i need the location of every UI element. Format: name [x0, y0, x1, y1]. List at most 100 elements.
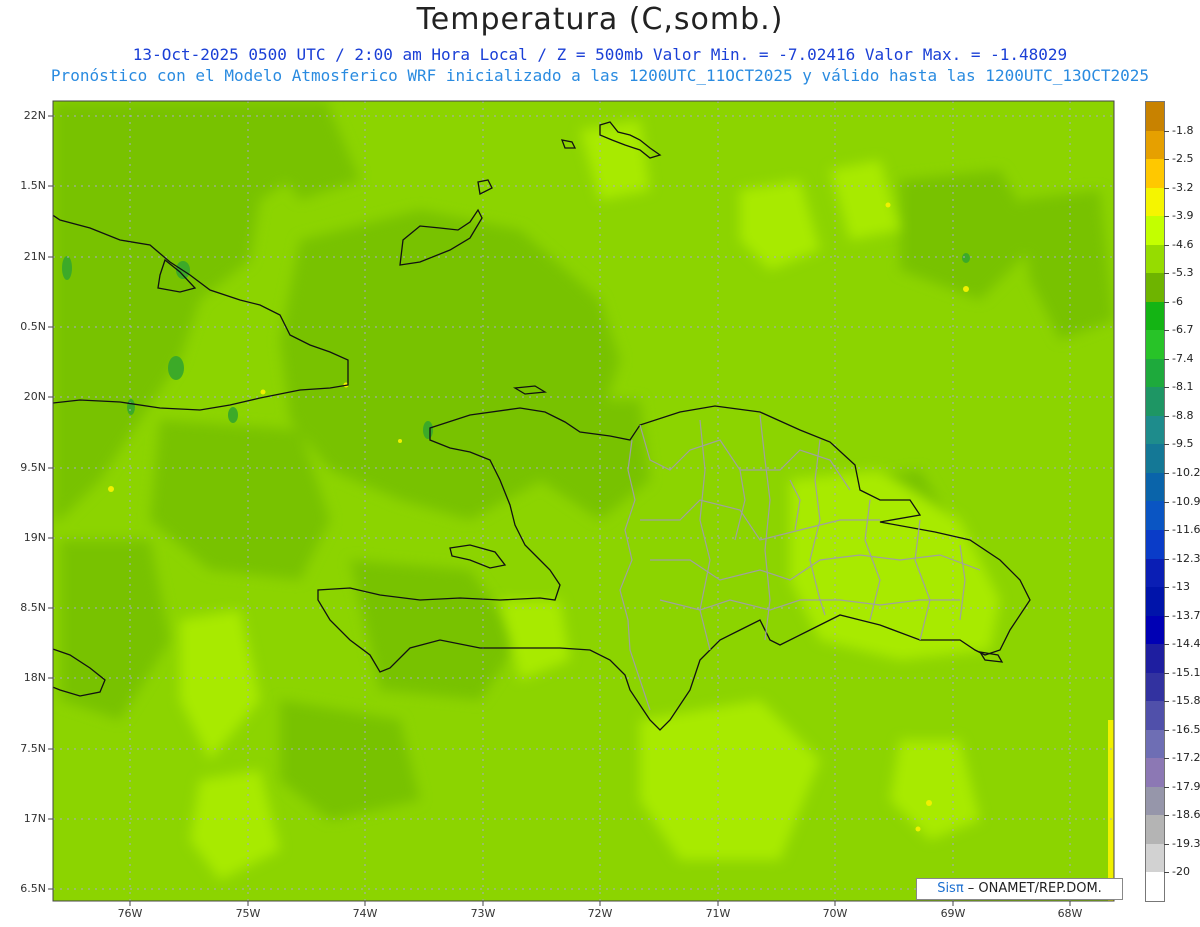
colorbar-label: -9.5: [1172, 437, 1194, 451]
lon-label: 70W: [822, 907, 848, 920]
colorbar: [1145, 101, 1165, 902]
colorbar-cell: [1146, 872, 1164, 901]
colorbar-cell: [1146, 387, 1164, 416]
credit-org: – ONAMET/REP.DOM.: [963, 881, 1102, 896]
colorbar-label: -19.3: [1172, 836, 1200, 850]
colorbar-label: -3.2: [1172, 180, 1194, 194]
colorbar-cell: [1146, 330, 1164, 359]
colorbar-tick: [1164, 587, 1169, 589]
colorbar-label: -11.6: [1172, 523, 1200, 537]
colorbar-tick: [1164, 244, 1169, 246]
colorbar-cell: [1146, 187, 1164, 217]
colorbar-cell: [1146, 301, 1164, 331]
lat-label: 7.5N: [20, 742, 46, 755]
colorbar-label: -5.3: [1172, 266, 1194, 280]
colorbar-cell: [1146, 815, 1164, 844]
colorbar-tick: [1164, 815, 1169, 817]
colorbar-label: -15.8: [1172, 694, 1200, 708]
lon-label: 72W: [587, 907, 613, 920]
lon-label: 73W: [470, 907, 496, 920]
east-edge-warm-strip: [1108, 720, 1114, 901]
colorbar-tick: [1164, 472, 1169, 474]
colorbar-cell: [1146, 558, 1164, 588]
colorbar-cell: [1146, 273, 1164, 302]
colorbar-tick: [1164, 273, 1169, 275]
colorbar-label: -6: [1172, 294, 1183, 308]
lon-label: 71W: [705, 907, 731, 920]
colorbar-cell: [1146, 102, 1164, 131]
lon-label: 75W: [235, 907, 261, 920]
colorbar-tick: [1164, 672, 1169, 674]
colorbar-label: -16.5: [1172, 722, 1200, 736]
lat-label: 22N: [23, 109, 46, 122]
colorbar-label: -14.4: [1172, 637, 1200, 651]
colorbar-cell: [1146, 130, 1164, 160]
colorbar-cell: [1146, 358, 1164, 388]
colorbar-tick: [1164, 786, 1169, 788]
colorbar-tick: [1164, 130, 1169, 132]
lat-label: 6.5N: [20, 882, 46, 895]
colorbar-tick: [1164, 729, 1169, 731]
colorbar-cell: [1146, 587, 1164, 616]
lat-label: 8.5N: [20, 601, 46, 614]
colorbar-tick: [1164, 444, 1169, 446]
colorbar-tick: [1164, 558, 1169, 560]
lat-label: 21N: [23, 250, 46, 263]
colorbar-label: -10.2: [1172, 465, 1200, 479]
lat-label: 20N: [23, 390, 46, 403]
colorbar-cell: [1146, 672, 1164, 702]
colorbar-label: -13: [1172, 580, 1190, 594]
colorbar-tick: [1164, 387, 1169, 389]
colorbar-tick: [1164, 758, 1169, 760]
colorbar-tick: [1164, 187, 1169, 189]
lat-label: 1.5N: [20, 179, 46, 192]
colorbar-cell: [1146, 615, 1164, 645]
colorbar-tick: [1164, 615, 1169, 617]
colorbar-cell: [1146, 415, 1164, 445]
colorbar-tick: [1164, 843, 1169, 845]
colorbar-cell: [1146, 729, 1164, 759]
lat-label: 19N: [23, 531, 46, 544]
colorbar-label: -12.3: [1172, 551, 1200, 565]
colorbar-label: -13.7: [1172, 608, 1200, 622]
lon-label: 76W: [117, 907, 143, 920]
colorbar-cell: [1146, 843, 1164, 873]
lon-label: 69W: [940, 907, 966, 920]
temperature-map: [48, 100, 1115, 906]
colorbar-tick: [1164, 701, 1169, 703]
colorbar-cell: [1146, 159, 1164, 188]
colorbar-tick: [1164, 644, 1169, 646]
colorbar-cell: [1146, 501, 1164, 530]
colorbar-cell: [1146, 529, 1164, 559]
colorbar-cell: [1146, 216, 1164, 245]
colorbar-tick: [1164, 501, 1169, 503]
colorbar-tick: [1164, 216, 1169, 218]
colorbar-label: -7.4: [1172, 351, 1194, 365]
colorbar-tick: [1164, 358, 1169, 360]
colorbar-tick: [1164, 872, 1169, 874]
colorbar-label: -17.2: [1172, 751, 1200, 765]
colorbar-label: -3.9: [1172, 209, 1194, 223]
colorbar-cell: [1146, 244, 1164, 274]
colorbar-cell: [1146, 472, 1164, 502]
colorbar-label: -1.8: [1172, 123, 1194, 137]
colorbar-label: -18.6: [1172, 808, 1200, 822]
colorbar-label: -17.9: [1172, 779, 1200, 793]
colorbar-label: -10.9: [1172, 494, 1200, 508]
colorbar-label: -15.1: [1172, 665, 1200, 679]
colorbar-label: -4.6: [1172, 237, 1194, 251]
colorbar-cell: [1146, 786, 1164, 816]
lat-label: 0.5N: [20, 320, 46, 333]
colorbar-cell: [1146, 758, 1164, 787]
colorbar-label: -8.8: [1172, 408, 1194, 422]
colorbar-tick: [1164, 415, 1169, 417]
colorbar-cell: [1146, 644, 1164, 673]
lat-label: 18N: [23, 671, 46, 684]
colorbar-cell: [1146, 444, 1164, 473]
sis-logo-text: Sisπ: [937, 881, 964, 896]
lat-label: 17N: [23, 812, 46, 825]
colorbar-label: -6.7: [1172, 323, 1194, 337]
lat-label: 9.5N: [20, 461, 46, 474]
colorbar-cell: [1146, 701, 1164, 730]
colorbar-tick: [1164, 530, 1169, 532]
